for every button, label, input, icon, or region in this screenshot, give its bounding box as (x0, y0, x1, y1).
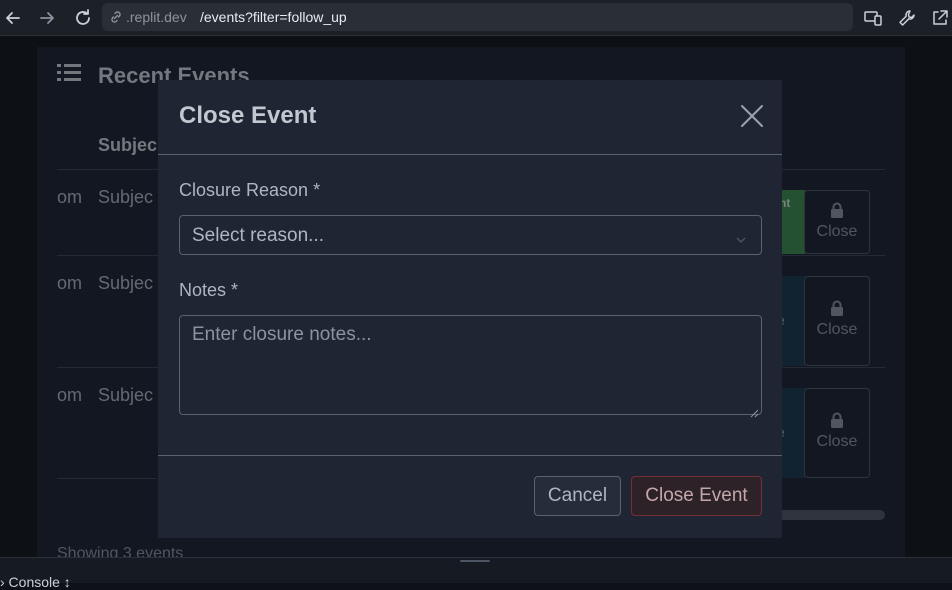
resize-grip-icon[interactable] (749, 402, 759, 418)
address-bar[interactable]: .replit.dev /events?filter=follow_up (102, 3, 853, 31)
closure-notes-textarea[interactable]: Enter closure notes... (179, 315, 762, 418)
modal-footer-divider (158, 455, 782, 456)
notes-label: Notes * (179, 280, 239, 300)
link-icon (108, 9, 124, 25)
forward-arrow-icon[interactable] (36, 7, 58, 29)
closure-notes-placeholder: Enter closure notes... (192, 324, 372, 345)
url-path: /events?filter=follow_up (200, 9, 347, 25)
closure-reason-select[interactable]: Select reason... (179, 215, 762, 255)
devices-icon[interactable] (862, 7, 884, 29)
closure-reason-label: Closure Reason * (179, 180, 321, 200)
bottom-dock: › Console ↕ (0, 557, 952, 590)
reload-icon[interactable] (72, 7, 94, 29)
dock-resize-handle[interactable] (460, 560, 490, 562)
browser-toolbar: .replit.dev /events?filter=follow_up (0, 0, 952, 36)
close-icon[interactable] (738, 102, 766, 130)
wrench-icon[interactable] (896, 7, 918, 29)
back-arrow-icon[interactable] (2, 7, 24, 29)
closure-reason-value: Select reason... (192, 225, 325, 246)
close-event-modal: Close Event Closure Reason * Select reas… (158, 80, 782, 538)
modal-header-divider (158, 154, 782, 155)
chevron-down-icon (735, 230, 747, 243)
open-external-icon[interactable] (929, 7, 951, 29)
cancel-button[interactable]: Cancel (534, 476, 621, 516)
close-event-button[interactable]: Close Event (631, 476, 762, 516)
modal-title: Close Event (179, 102, 317, 129)
url-host: .replit.dev (126, 9, 187, 25)
console-tab[interactable]: › Console ↕ (0, 574, 71, 590)
